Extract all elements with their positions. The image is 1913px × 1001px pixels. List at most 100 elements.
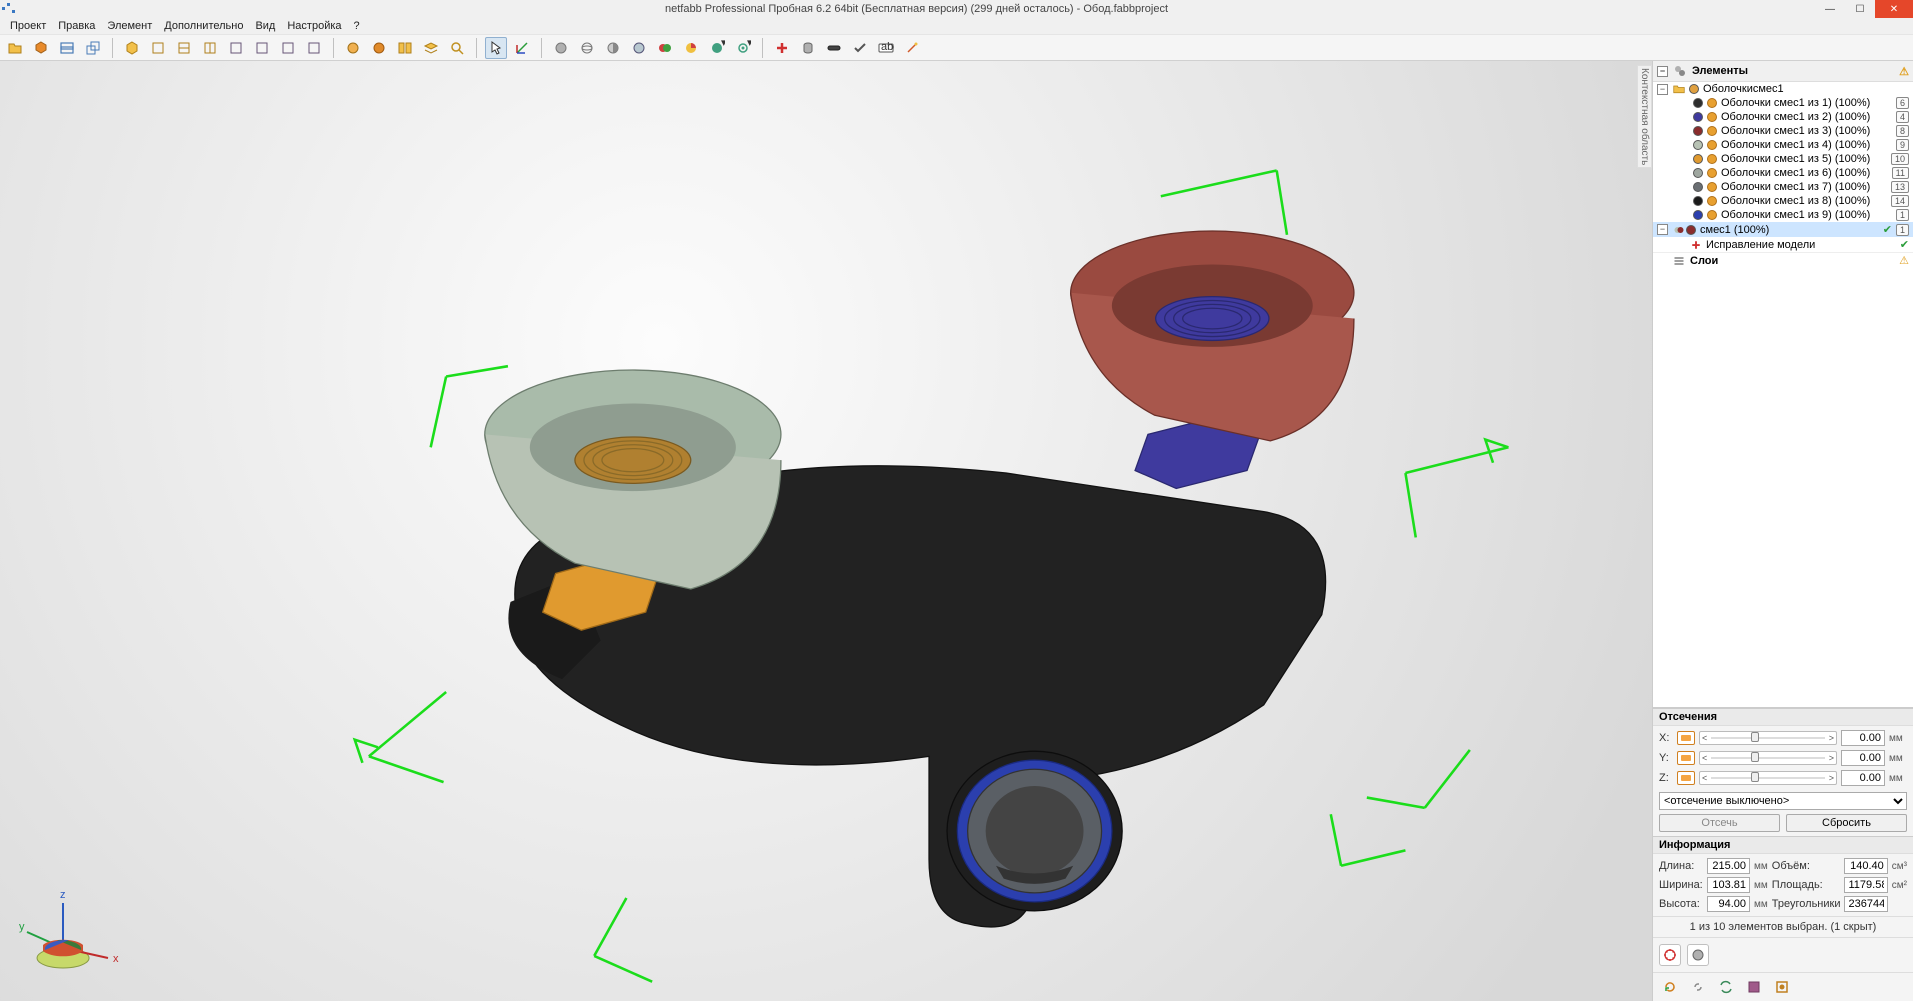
tree-layers-item[interactable]: Слои ⚠	[1653, 252, 1913, 268]
cut-row-x: X: <> мм	[1659, 730, 1907, 746]
open-icon[interactable]	[4, 37, 26, 59]
menu-element[interactable]: Элемент	[101, 18, 158, 35]
menu-edit[interactable]: Правка	[52, 18, 101, 35]
view-right-icon[interactable]	[199, 37, 221, 59]
sphere-tool-icon[interactable]	[1687, 944, 1709, 966]
measure-icon[interactable]	[823, 37, 845, 59]
boxes-icon[interactable]	[82, 37, 104, 59]
width-field[interactable]	[1707, 877, 1750, 893]
shade-solid-icon[interactable]	[368, 37, 390, 59]
shade-wire-icon[interactable]	[342, 37, 364, 59]
frame-icon[interactable]	[1743, 976, 1765, 998]
sphere-color-icon[interactable]	[654, 37, 676, 59]
volume-field[interactable]	[1844, 858, 1887, 874]
tree-mix-item[interactable]: − смес1 (100%) ✔ 1	[1653, 222, 1913, 237]
tree-collapse-icon[interactable]: −	[1657, 66, 1668, 77]
two-view-icon[interactable]	[394, 37, 416, 59]
add-part-icon[interactable]	[30, 37, 52, 59]
context-area-tab[interactable]: Контекстная область	[1637, 65, 1652, 168]
sphere-icon	[1707, 126, 1717, 136]
tree-item[interactable]: Оболочки смес1 из 5) (100%)10	[1653, 152, 1913, 166]
view-top-icon[interactable]	[147, 37, 169, 59]
axis-label: X:	[1659, 732, 1673, 744]
expand-icon[interactable]: −	[1657, 224, 1668, 235]
view-iso-icon[interactable]	[121, 37, 143, 59]
cut-slider[interactable]: <>	[1699, 751, 1837, 765]
tri-field[interactable]	[1844, 896, 1887, 912]
tree-item[interactable]: Оболочки смес1 из 1) (100%)6	[1653, 96, 1913, 110]
cut-value-field[interactable]	[1841, 750, 1885, 766]
gear-repair-icon[interactable]	[1659, 944, 1681, 966]
color-swatch	[1693, 98, 1703, 108]
target-icon[interactable]	[1771, 976, 1793, 998]
length-field[interactable]	[1707, 858, 1750, 874]
sphere-half-icon[interactable]	[602, 37, 624, 59]
gear-small-icon[interactable]: ▾	[732, 37, 754, 59]
tree-item[interactable]: Оболочки смес1 из 3) (100%)8	[1653, 124, 1913, 138]
tree-root-label: Оболочкисмес1	[1703, 83, 1909, 95]
axis-move-icon[interactable]	[511, 37, 533, 59]
elements-tree[interactable]: − Элементы ⚠ − Оболочкисмес1 Оболочки см…	[1653, 61, 1913, 708]
link-icon[interactable]	[1687, 976, 1709, 998]
menu-extra[interactable]: Дополнительно	[158, 18, 249, 35]
close-button[interactable]: ✕	[1875, 0, 1913, 18]
sphere-wire-icon[interactable]	[576, 37, 598, 59]
cylinder-icon[interactable]	[797, 37, 819, 59]
cut-value-field[interactable]	[1841, 770, 1885, 786]
area-field[interactable]	[1844, 877, 1887, 893]
tree-item[interactable]: Оболочки смес1 из 2) (100%)4	[1653, 110, 1913, 124]
elements-icon	[1672, 63, 1688, 79]
sphere-grey-icon[interactable]	[550, 37, 572, 59]
cut-slider[interactable]: <>	[1699, 731, 1837, 745]
layers-icon[interactable]	[420, 37, 442, 59]
menu-help[interactable]: ?	[348, 18, 366, 35]
height-field[interactable]	[1707, 896, 1750, 912]
sync-icon[interactable]	[1715, 976, 1737, 998]
view-left-icon[interactable]	[225, 37, 247, 59]
pie-icon[interactable]	[680, 37, 702, 59]
cursor-select-icon[interactable]	[485, 37, 507, 59]
lock-toggle[interactable]	[1677, 731, 1695, 745]
info-panel: Длина: мм Объём: см³ Ширина: мм Площадь:…	[1653, 854, 1913, 916]
minimize-button[interactable]: —	[1815, 0, 1845, 18]
model-render	[0, 61, 1652, 1001]
menu-view[interactable]: Вид	[249, 18, 281, 35]
cut-value-field[interactable]	[1841, 730, 1885, 746]
lock-toggle[interactable]	[1677, 751, 1695, 765]
lock-toggle[interactable]	[1677, 771, 1695, 785]
tree-item[interactable]: Оболочки смес1 из 8) (100%)14	[1653, 194, 1913, 208]
svg-text:z: z	[60, 889, 66, 901]
sphere-edge-icon[interactable]	[628, 37, 650, 59]
unit-label: мм	[1889, 733, 1907, 744]
view-back-icon[interactable]	[251, 37, 273, 59]
label-abc-icon[interactable]: abc	[875, 37, 897, 59]
axis-label: Z:	[1659, 772, 1673, 784]
cut-slider[interactable]: <>	[1699, 771, 1837, 785]
platform-icon[interactable]	[56, 37, 78, 59]
viewport-3d[interactable]: Контекстная область	[0, 61, 1653, 1001]
tree-item-label: Оболочки смес1 из 5) (100%)	[1721, 153, 1887, 165]
tree-item[interactable]: Оболочки смес1 из 9) (100%)1	[1653, 208, 1913, 222]
check-icon[interactable]	[849, 37, 871, 59]
zoom-icon[interactable]	[446, 37, 468, 59]
refresh-icon[interactable]	[1659, 976, 1681, 998]
cut-button[interactable]: Отсечь	[1659, 814, 1780, 832]
wand-icon[interactable]	[901, 37, 923, 59]
separator	[541, 38, 542, 58]
view-front-icon[interactable]	[173, 37, 195, 59]
tree-item[interactable]: Оболочки смес1 из 4) (100%)9	[1653, 138, 1913, 152]
view-bottom-icon[interactable]	[277, 37, 299, 59]
menu-project[interactable]: Проект	[4, 18, 52, 35]
tree-item[interactable]: Оболочки смес1 из 6) (100%)11	[1653, 166, 1913, 180]
view-custom-icon[interactable]	[303, 37, 325, 59]
expand-icon[interactable]: −	[1657, 84, 1668, 95]
tree-repair-item[interactable]: Исправление модели ✔	[1653, 237, 1913, 252]
maximize-button[interactable]: ☐	[1845, 0, 1875, 18]
menu-settings[interactable]: Настройка	[281, 18, 347, 35]
tree-root[interactable]: − Оболочкисмес1	[1653, 82, 1913, 96]
tree-item[interactable]: Оболочки смес1 из 7) (100%)13	[1653, 180, 1913, 194]
reset-button[interactable]: Сбросить	[1786, 814, 1907, 832]
gradient-icon[interactable]: ▾	[706, 37, 728, 59]
cut-profile-select[interactable]: <отсечение выключено>	[1659, 792, 1907, 810]
repair-icon[interactable]	[771, 37, 793, 59]
